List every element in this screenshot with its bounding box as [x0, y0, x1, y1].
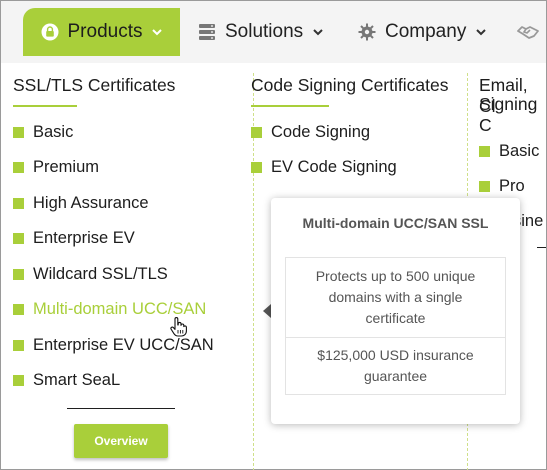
menu-item-label: Code Signing — [271, 123, 371, 141]
menu-item-basic[interactable]: Basic — [13, 123, 73, 142]
menu-item-label: Enterprise EV — [33, 229, 135, 247]
tooltip-title: Multi-domain UCC/SAN SSL — [302, 215, 489, 231]
tooltip-insurance: $125,000 USD insurance guarantee — [317, 347, 474, 384]
menu-item-label: High Assurance — [33, 194, 149, 212]
menu-item-email-basic[interactable]: Basic — [479, 142, 539, 161]
bullet-square-icon — [251, 127, 262, 138]
mega-menu-window: Products Solutions Company SSL/TLS Certi… — [0, 0, 547, 470]
menu-item-label: EV Code Signing — [271, 158, 397, 176]
chevron-down-icon — [152, 28, 163, 36]
hand-cursor-icon — [169, 317, 187, 342]
tooltip-description: Protects up to 500 unique domains with a… — [286, 258, 505, 338]
bullet-square-icon — [13, 340, 24, 351]
menu-item-code-signing[interactable]: Code Signing — [251, 123, 370, 142]
bullet-square-icon — [479, 146, 490, 157]
menu-item-wildcard[interactable]: Wildcard SSL/TLS — [13, 265, 168, 284]
bullet-square-icon — [13, 127, 24, 138]
divider — [537, 247, 546, 248]
menu-item-label: Basic — [33, 123, 74, 141]
top-nav: Products Solutions Company — [1, 1, 546, 63]
bullet-square-icon — [251, 162, 262, 173]
bullet-square-icon — [13, 304, 24, 315]
menu-item-high-assurance[interactable]: High Assurance — [13, 194, 149, 213]
menu-item-label: Basic — [499, 142, 540, 160]
menu-item-ev-code-signing[interactable]: EV Code Signing — [251, 158, 397, 177]
server-icon — [198, 23, 216, 41]
lock-icon — [41, 23, 59, 41]
nav-solutions-label: Solutions — [225, 21, 304, 42]
email-column-title-line2: Signing C — [479, 94, 538, 135]
nav-partners[interactable] — [517, 8, 547, 56]
divider — [67, 408, 175, 409]
nav-company[interactable]: Company — [358, 8, 487, 56]
menu-item-email-pro[interactable]: Pro — [479, 177, 525, 196]
bullet-square-icon — [13, 269, 24, 280]
tooltip-details: Protects up to 500 unique domains with a… — [285, 257, 506, 395]
product-tooltip: Multi-domain UCC/SAN SSL Protects up to … — [271, 198, 520, 424]
bullet-square-icon — [13, 375, 24, 386]
code-column-title: Code Signing Certificates — [251, 75, 449, 95]
chevron-down-icon — [476, 28, 487, 36]
nav-company-label: Company — [385, 21, 467, 42]
menu-item-smart-seal[interactable]: Smart SeaL — [13, 371, 120, 390]
menu-item-label: Smart SeaL — [33, 371, 121, 389]
ssl-column-title: SSL/TLS Certificates — [13, 75, 176, 95]
nav-solutions[interactable]: Solutions — [198, 8, 323, 56]
bullet-square-icon — [479, 181, 490, 192]
menu-item-label: Premium — [33, 158, 100, 176]
handshake-icon — [517, 24, 539, 40]
chevron-down-icon — [313, 28, 323, 36]
bullet-square-icon — [13, 162, 24, 173]
nav-products-label: Products — [67, 21, 143, 42]
menu-item-premium[interactable]: Premium — [13, 158, 99, 177]
ssl-title-underline — [13, 105, 77, 107]
menu-item-enterprise-ev[interactable]: Enterprise EV — [13, 229, 135, 248]
menu-item-label: Pro — [499, 177, 525, 195]
bullet-square-icon — [13, 198, 24, 209]
code-title-underline — [251, 105, 329, 107]
bullet-square-icon — [13, 233, 24, 244]
nav-products[interactable]: Products — [23, 8, 180, 56]
overview-button[interactable]: Overview — [74, 424, 168, 458]
tooltip-arrow — [263, 304, 271, 318]
menu-item-label: Wildcard SSL/TLS — [33, 265, 168, 283]
gear-icon — [358, 23, 376, 41]
